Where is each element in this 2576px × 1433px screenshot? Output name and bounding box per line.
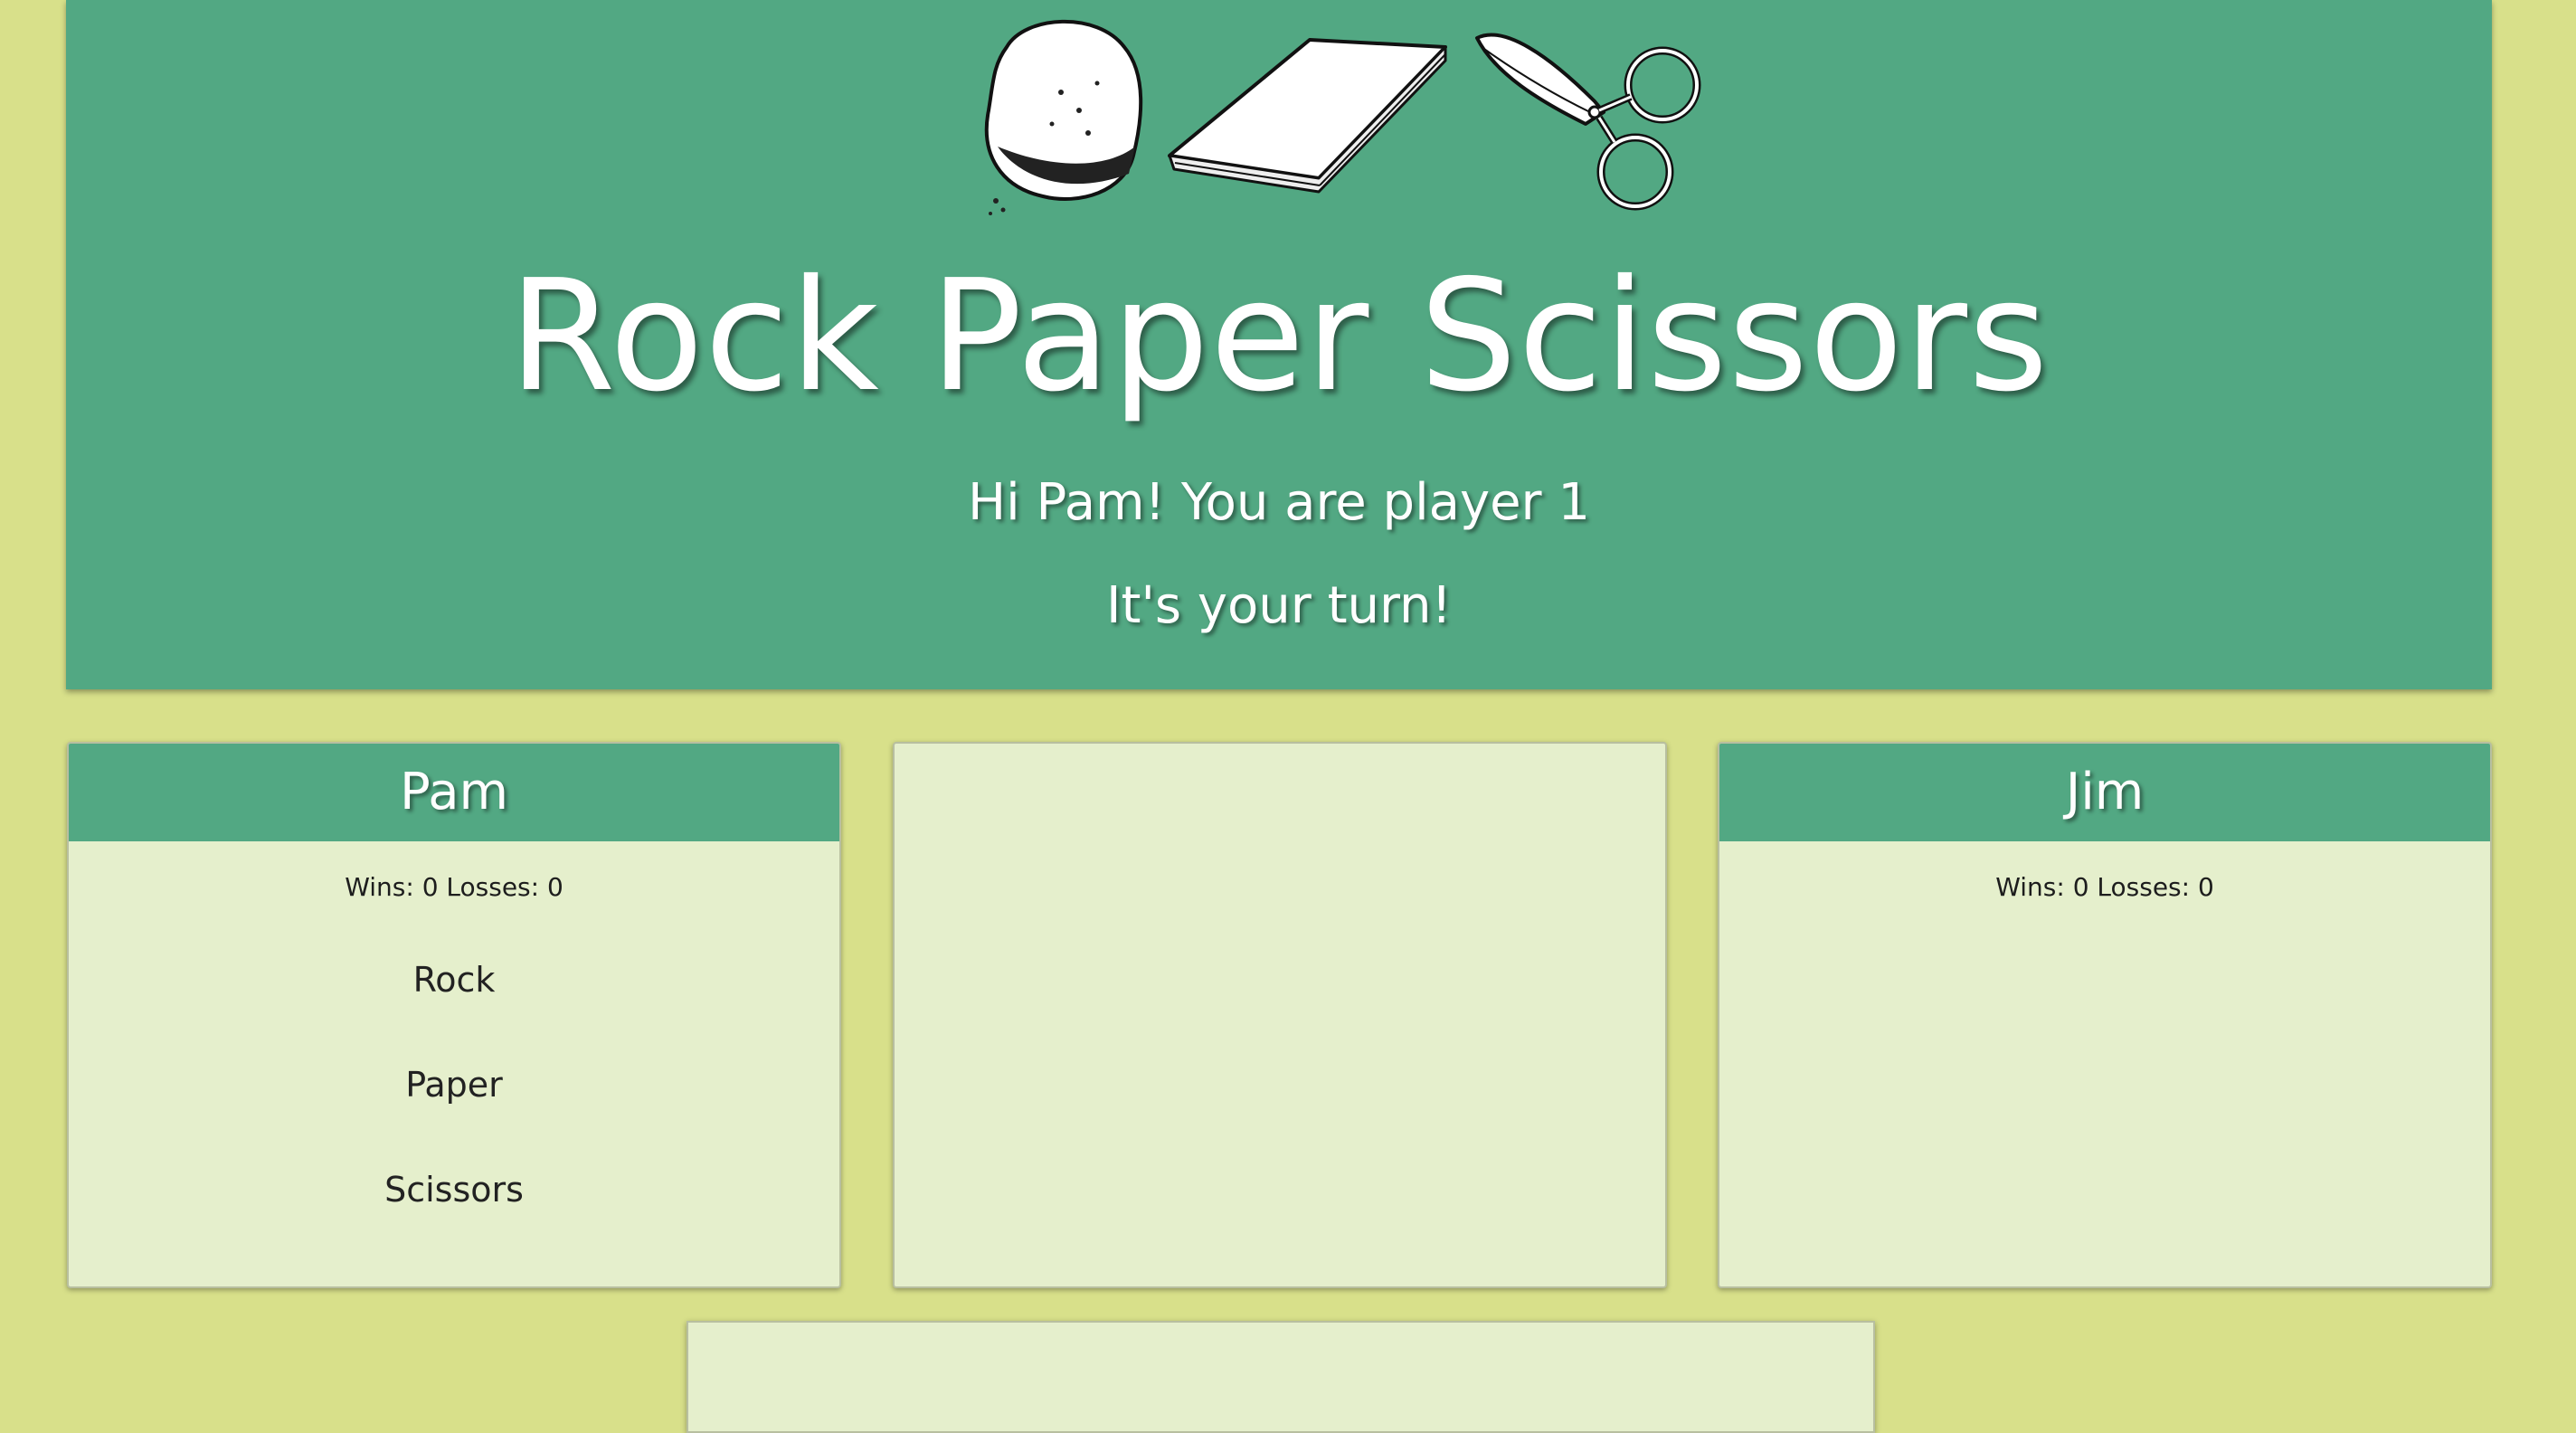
scissors-icon [1475,33,1701,211]
player1-stats: Wins: 0 Losses: 0 [345,872,564,902]
player-greeting: Hi Pam! You are player 1 [968,473,1590,532]
scissors-choice-button[interactable]: Scissors [318,1169,590,1210]
result-panel [893,742,1667,1288]
player2-stats: Wins: 0 Losses: 0 [1995,872,2214,902]
page-title: Rock Paper Scissors [508,247,2050,426]
player2-name: Jim [1719,744,2490,841]
rock-choice-button[interactable]: Rock [318,959,590,1001]
rock-icon [984,19,1143,215]
player2-panel: Jim Wins: 0 Losses: 0 [1718,742,2492,1288]
player1-panel: Pam Wins: 0 Losses: 0 Rock Paper Scissor… [67,742,841,1288]
turn-status: It's your turn! [1106,576,1452,635]
paper-icon [1168,38,1447,194]
rps-illustration [984,19,1701,215]
game-header: Rock Paper Scissors Hi Pam! You are play… [66,0,2492,689]
player1-name: Pam [69,744,839,841]
paper-choice-button[interactable]: Paper [318,1064,590,1106]
chat-panel [687,1321,1875,1433]
